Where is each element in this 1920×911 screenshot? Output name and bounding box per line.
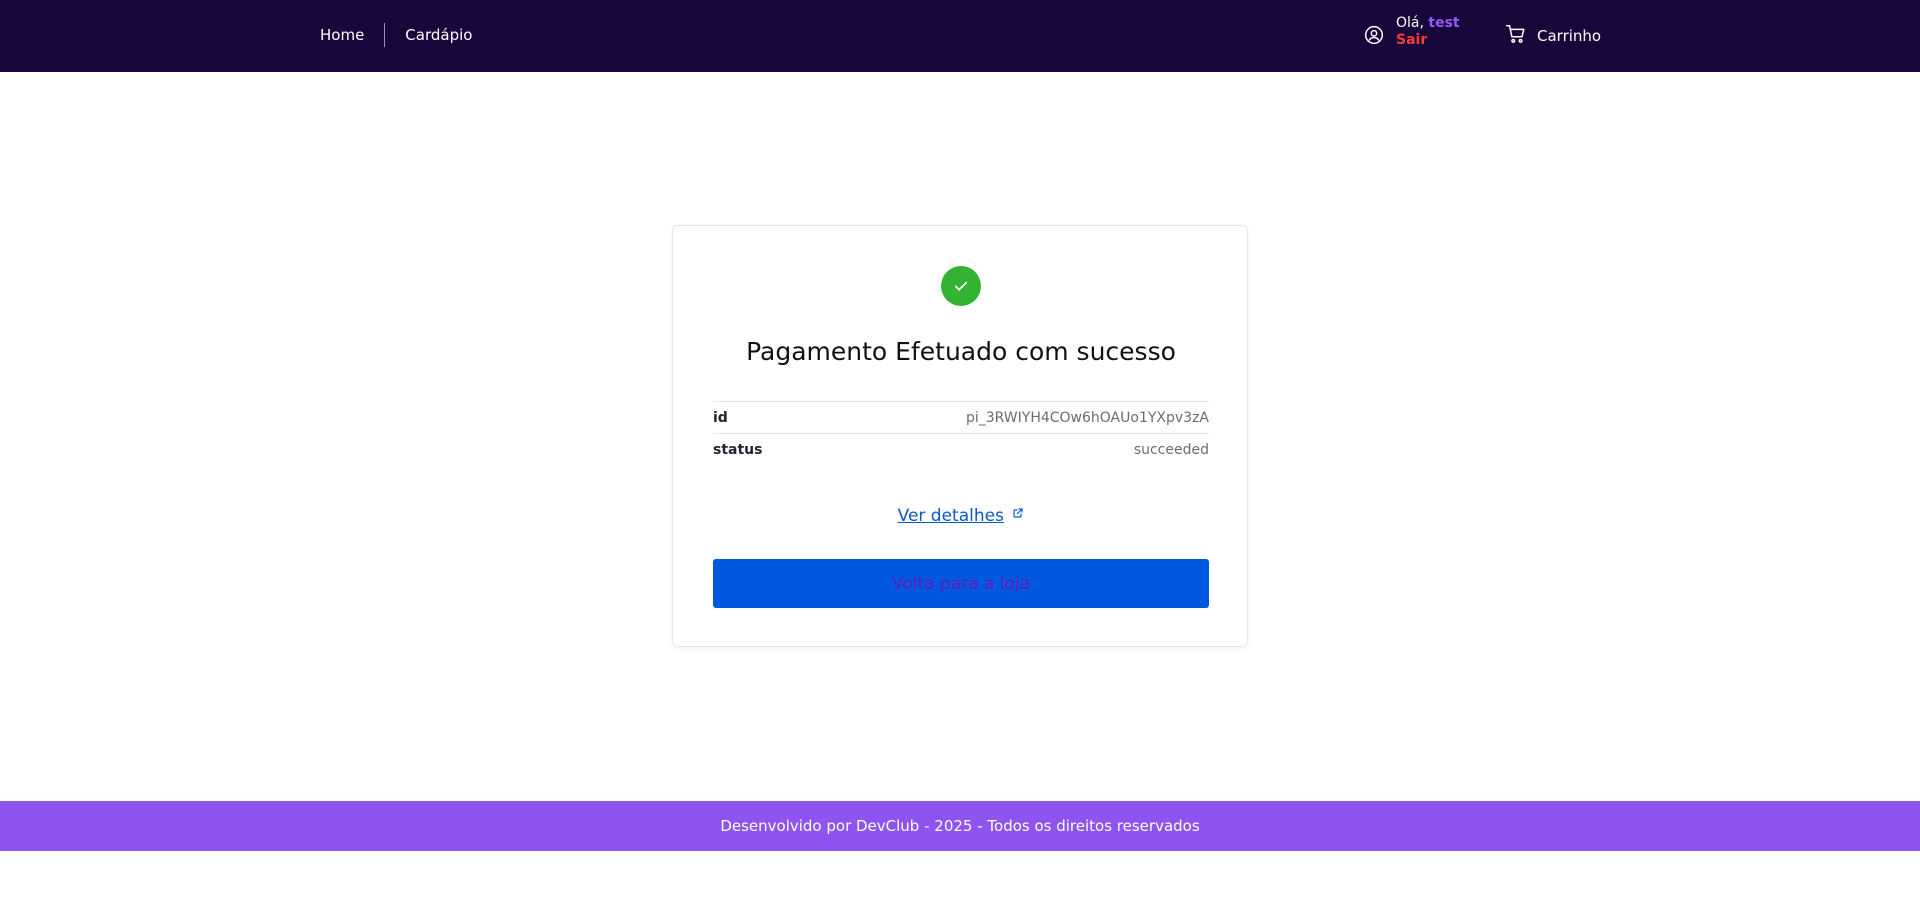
user-greeting-block: Olá, test Sair — [1396, 15, 1460, 49]
logout-link[interactable]: Sair — [1396, 32, 1460, 49]
user-area: Olá, test Sair — [1364, 15, 1460, 49]
payment-details: id pi_3RWIYH4COw6hOAUo1YXpv3zA status su… — [713, 401, 1209, 465]
view-details-link[interactable]: Ver detalhes — [898, 506, 1004, 526]
username: test — [1428, 15, 1460, 31]
cart-label: Carrinho — [1537, 27, 1602, 45]
user-circle-icon — [1364, 15, 1384, 45]
detail-row-status: status succeeded — [713, 433, 1209, 465]
payment-id-value: pi_3RWIYH4COw6hOAUo1YXpv3zA — [965, 409, 1209, 426]
footer: Desenvolvido por DevClub - 2025 - Todos … — [0, 801, 1920, 851]
external-link-icon[interactable] — [1009, 506, 1024, 526]
nav-menu-link[interactable]: Cardápio — [405, 25, 472, 45]
cart-link[interactable]: Carrinho — [1505, 23, 1601, 49]
details-link-wrapper: Ver detalhes — [673, 506, 1249, 526]
nav-home-link[interactable]: Home — [320, 25, 364, 45]
check-icon — [941, 266, 981, 306]
payment-status-value: succeeded — [1133, 441, 1209, 458]
top-header: Home Cardápio Olá, test Sair Carrinho — [0, 0, 1920, 72]
payment-success-card: Pagamento Efetuado com sucesso id pi_3RW… — [672, 225, 1248, 647]
back-to-store-button[interactable]: Volta para a loja — [713, 559, 1209, 608]
detail-row-id: id pi_3RWIYH4COw6hOAUo1YXpv3zA — [713, 401, 1209, 433]
shopping-cart-icon — [1505, 23, 1537, 49]
footer-text: Desenvolvido por DevClub - 2025 - Todos … — [720, 817, 1200, 835]
detail-key: status — [713, 441, 763, 458]
detail-key: id — [713, 409, 728, 426]
main-nav: Home Cardápio — [320, 23, 472, 47]
greeting-text: Olá, — [1396, 15, 1424, 31]
nav-divider — [384, 23, 386, 47]
page-title: Pagamento Efetuado com sucesso — [746, 337, 1176, 366]
